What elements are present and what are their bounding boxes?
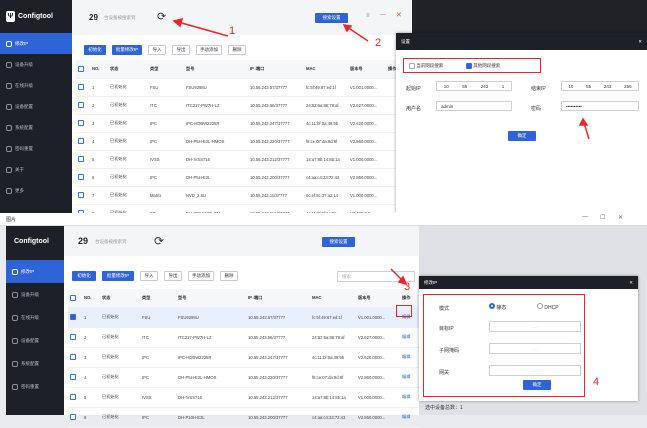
nav-label: 密码重置 — [21, 383, 39, 389]
annotation-label: 4 — [593, 376, 600, 388]
cell-op[interactable]: 编辑 — [400, 327, 419, 348]
table-row[interactable]: 4 已初始化 IPC DH-P5H-E2L-HMOS 10.55.243.220/377… — [68, 367, 419, 388]
cell-ip: 10.55.243.212/37777 — [246, 387, 310, 408]
nav-icon — [12, 337, 18, 344]
row-checkbox[interactable] — [70, 354, 76, 360]
cell-no: 6 — [82, 407, 100, 428]
cell-ty: ITC — [140, 327, 176, 348]
table-row[interactable]: 5 已初始化 IVSS DH-IVSS716 10.55.243.212/37777 14… — [68, 387, 419, 408]
cell-no: 4 — [82, 367, 100, 388]
cell-st: 已初始化 — [100, 327, 140, 348]
row-checkbox[interactable] — [70, 334, 76, 340]
nav-label: 系统配置 — [21, 360, 39, 366]
nav-icon — [12, 314, 18, 321]
cell-mac: 24:52:6a:86:78:af — [310, 327, 356, 348]
cell-st: 已初始化 — [100, 347, 140, 368]
nav-item[interactable]: 密码重置 — [6, 375, 64, 398]
cell-no: 2 — [82, 327, 100, 348]
row-checkbox[interactable] — [70, 314, 76, 320]
cell-mac: f8:ce:07:da:9d:6f — [310, 367, 356, 388]
cell-op[interactable]: 编辑 — [400, 347, 419, 368]
cell-no: 5 — [82, 387, 100, 408]
nav-label: 在线升级 — [21, 314, 39, 320]
row-select-cell[interactable] — [68, 347, 82, 368]
cell-ver: V2.620.0000... — [356, 347, 400, 368]
nav-item[interactable]: 系统配置 — [6, 352, 64, 375]
cell-ty: IPC — [140, 347, 176, 368]
cell-mac: 14:a7:8b:14:85:1a — [310, 387, 356, 408]
cell-ver: V2.850.0000... — [356, 407, 400, 428]
cell-ty: IPC — [140, 367, 176, 388]
row-select-cell[interactable] — [68, 387, 82, 408]
cell-model: IPC-HDBW2225R — [176, 347, 246, 368]
cell-mac: c4:aa:c4:23:72:43 — [310, 407, 356, 428]
cell-ver: V2.627.0000... — [356, 327, 400, 348]
cell-model: DH-P5H-E2L-HMOS — [176, 367, 246, 388]
cell-ver: V1.000.0000... — [356, 387, 400, 408]
table-row[interactable]: 3 已初始化 IPC IPC-HDBW2225R 10.55.243.247/37777… — [68, 347, 419, 368]
row-select-cell[interactable] — [68, 407, 82, 428]
nav-label: 设备配置 — [21, 337, 39, 343]
cell-model: ITC217-PW7H-LZ — [176, 327, 246, 348]
selected-count-status: 选中设备总数：1 — [425, 405, 463, 411]
row-select-cell[interactable] — [68, 327, 82, 348]
cell-op[interactable]: 编辑 — [400, 407, 419, 428]
cell-ty: IPC — [140, 407, 176, 428]
cell-ip: 10.55.243.247/37777 — [246, 347, 310, 368]
cell-st: 已初始化 — [100, 387, 140, 408]
cell-st: 已初始化 — [100, 367, 140, 388]
cell-ip: 10.55.243.56/37777 — [246, 327, 310, 348]
cell-op[interactable]: 编辑 — [400, 387, 419, 408]
nav-icon — [12, 383, 18, 390]
nav-icon — [12, 360, 18, 367]
row-select-cell[interactable] — [68, 367, 82, 388]
annotation-arrows-bottom — [390, 268, 408, 286]
cell-ip: 10.55.243.220/37777 — [246, 367, 310, 388]
annotation-arrows-top — [172, 17, 590, 140]
cell-ver: V2.860.0000... — [356, 367, 400, 388]
cell-ip: 10.55.243.200/37777 — [246, 407, 310, 428]
cell-op[interactable]: 编辑 — [400, 367, 419, 388]
cell-no: 3 — [82, 347, 100, 368]
row-checkbox[interactable] — [70, 374, 76, 380]
table-row[interactable]: 6 已初始化 IPC DH-P10H-E2L 10.55.243.200/37777 c4… — [68, 407, 419, 428]
nav-item[interactable]: 设备配置 — [6, 329, 64, 352]
cell-st: 已初始化 — [100, 407, 140, 428]
row-checkbox[interactable] — [70, 394, 76, 400]
cell-ty: IVSS — [140, 387, 176, 408]
cell-model: DH-IVSS716 — [176, 387, 246, 408]
cell-mac: 4c:11:bf:0a:49:9b — [310, 347, 356, 368]
cell-model: DH-P10H-E2L — [176, 407, 246, 428]
table-row[interactable]: 2 已初始化 ITC ITC217-PW7H-LZ 10.55.243.56/37777… — [68, 327, 419, 348]
